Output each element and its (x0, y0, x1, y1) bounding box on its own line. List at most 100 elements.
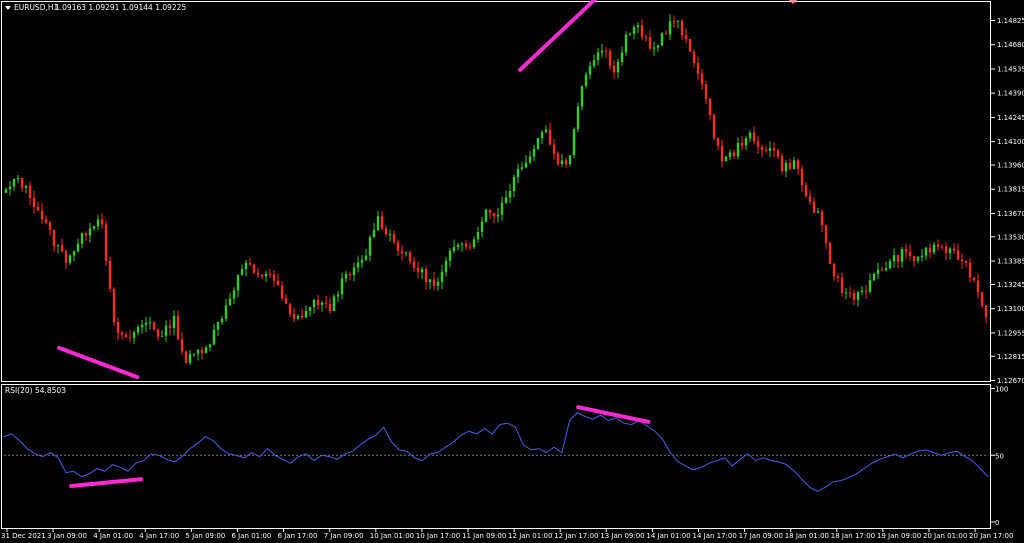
candle-body (480, 221, 484, 232)
candle-body (44, 219, 48, 223)
candle-body (720, 145, 724, 162)
candle-body (356, 262, 360, 268)
candle-body (560, 160, 564, 164)
candle-body (684, 35, 688, 39)
candle-body (804, 185, 808, 197)
candle-body (284, 298, 288, 304)
candle-body (784, 162, 788, 172)
candle-body (8, 186, 12, 190)
price-tick-label: 1.13960 (997, 162, 1024, 170)
time-tick-label: 20 Jan 01:00 (923, 532, 967, 540)
candle-body (920, 255, 924, 258)
candle-body (864, 290, 868, 292)
candle-body (980, 292, 984, 306)
candle-body (248, 262, 252, 265)
candle-body (416, 267, 420, 273)
candle-body (148, 322, 152, 324)
candle-body (4, 189, 8, 193)
candle-body (360, 259, 364, 263)
candle-body (704, 84, 708, 99)
candle-body (680, 20, 684, 36)
price-tick-label: 1.13815 (997, 186, 1024, 194)
candle-body (700, 73, 704, 85)
candle-body (772, 148, 776, 151)
candle-body (196, 349, 200, 354)
candle-body (112, 288, 116, 323)
candle-body (872, 273, 876, 281)
price-tick-label: 1.14825 (997, 17, 1024, 25)
candle-body (68, 255, 72, 263)
candle-body (652, 47, 656, 49)
candle-body (856, 291, 860, 300)
candle-body (528, 156, 532, 163)
candle-body (124, 334, 128, 338)
candle-body (648, 37, 652, 49)
candle-body (444, 260, 448, 272)
candle-body (60, 245, 64, 252)
candle-body (192, 353, 196, 355)
candle-body (976, 280, 980, 293)
candle-body (852, 293, 856, 300)
candle-body (428, 279, 432, 283)
candle-body (708, 98, 712, 115)
candle-body (928, 247, 932, 253)
candle-body (180, 339, 184, 352)
time-tick-label: 4 Jan 17:00 (139, 532, 179, 540)
candle-body (412, 261, 416, 268)
candle-body (468, 246, 472, 248)
candle-body (172, 315, 176, 328)
candle-body (696, 63, 700, 74)
candle-body (936, 244, 940, 247)
candle-body (948, 248, 952, 254)
time-tick-label: 14 Jan 01:00 (646, 532, 690, 540)
candle-body (636, 25, 640, 28)
candle-body (92, 226, 96, 229)
candle-body (964, 261, 968, 263)
candle-body (904, 249, 908, 252)
candle-body (404, 252, 408, 254)
candle-body (968, 262, 972, 278)
candle-body (760, 146, 764, 150)
candle-body (336, 294, 340, 297)
time-tick-label: 17 Jan 09:00 (739, 532, 783, 540)
time-tick-label: 19 Jan 09:00 (877, 532, 921, 540)
candle-body (572, 129, 576, 156)
candle-body (420, 269, 424, 273)
candle-body (104, 224, 108, 261)
candle-body (364, 255, 368, 260)
candle-body (828, 242, 832, 264)
candle-body (876, 269, 880, 274)
candle-body (744, 138, 748, 146)
candle-body (344, 273, 348, 279)
candle-body (96, 219, 100, 227)
candle-body (776, 150, 780, 157)
trading-chart: EURUSD,H1 1.09163 1.09291 1.09144 1.0922… (0, 0, 1024, 543)
candle-body (216, 322, 220, 330)
candle-body (324, 302, 328, 304)
candle-body (308, 306, 312, 312)
candle-body (156, 329, 160, 337)
candle-body (256, 272, 260, 275)
candle-body (676, 20, 680, 22)
candle-body (460, 243, 464, 245)
candle-body (76, 243, 80, 252)
candle-body (40, 210, 44, 220)
time-tick-label: 20 Jan 17:00 (969, 532, 1013, 540)
candle-body (812, 201, 816, 213)
candle-body (140, 324, 144, 328)
price-tick-label: 1.14535 (997, 65, 1024, 73)
candle-body (312, 300, 316, 307)
price-tick-label: 1.13100 (997, 305, 1024, 313)
candle-body (152, 322, 156, 330)
candle-body (452, 247, 456, 251)
candle-body (120, 332, 124, 335)
candle-body (516, 168, 520, 178)
candle-body (500, 202, 504, 215)
candle-body (664, 33, 668, 35)
candle-body (368, 237, 372, 256)
rsi-tick-label: 50 (995, 452, 1004, 460)
candle-body (644, 36, 648, 38)
candle-body (832, 263, 836, 277)
candle-body (880, 269, 884, 271)
candle-body (552, 144, 556, 154)
